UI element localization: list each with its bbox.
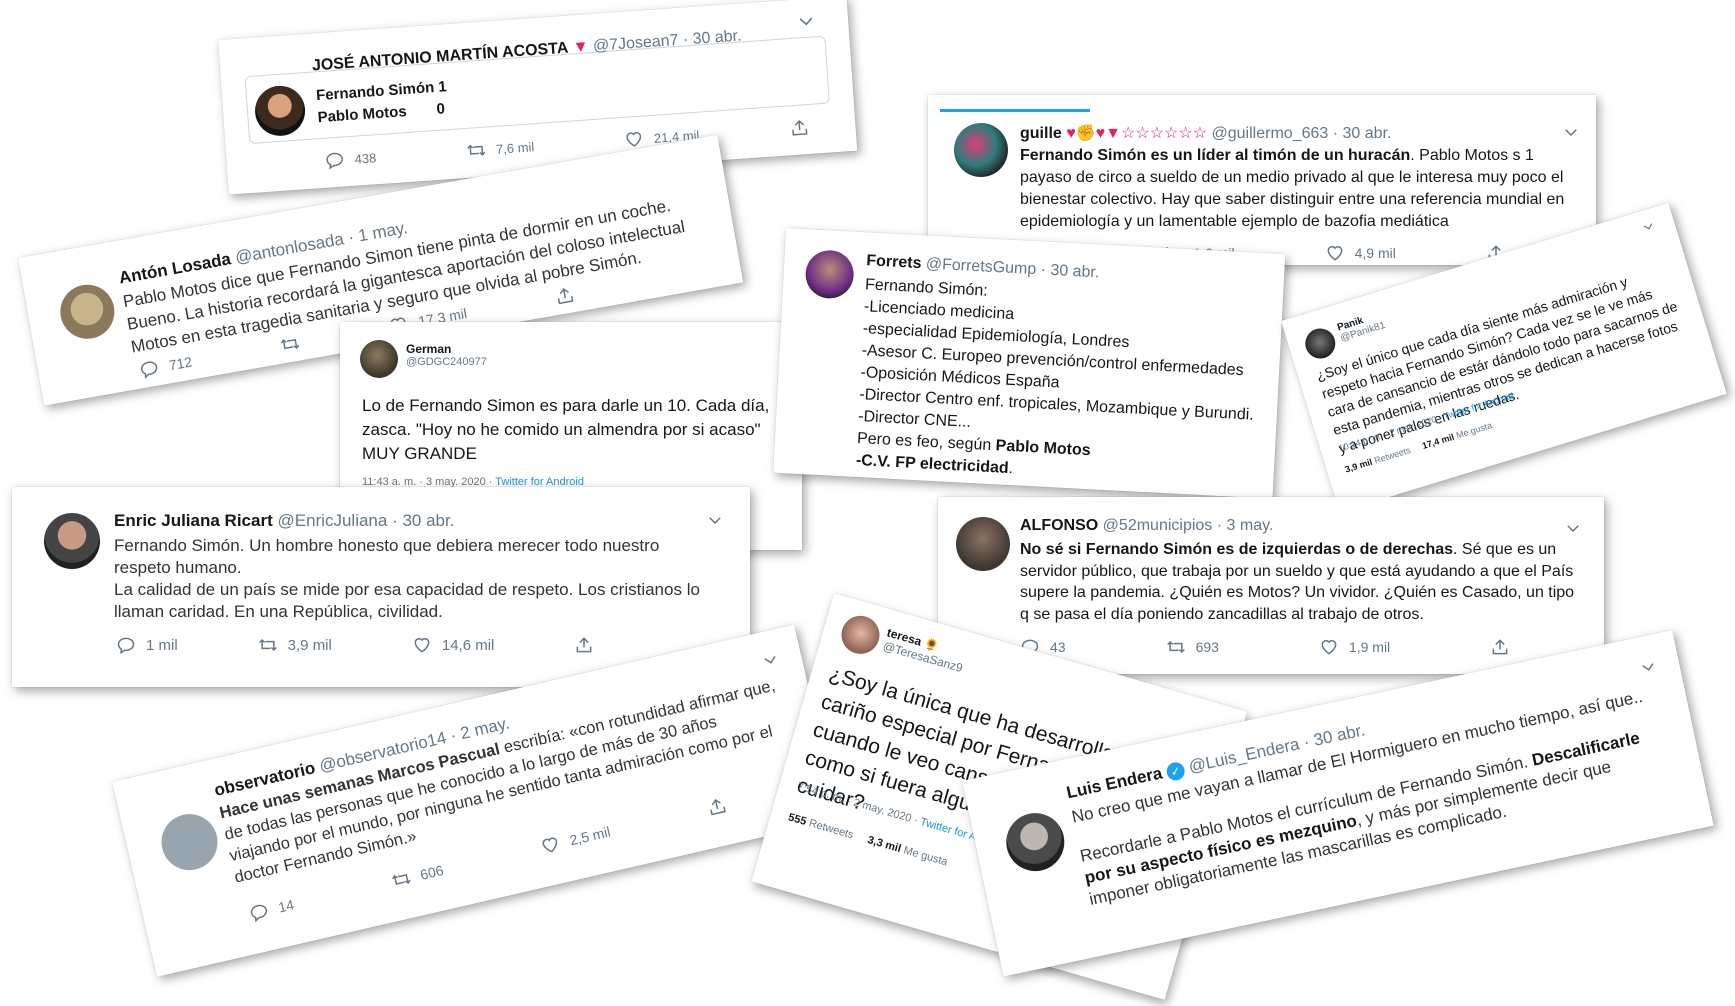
avatar[interactable] <box>956 517 1010 571</box>
retweet-icon <box>389 868 413 892</box>
author-name[interactable]: Enric Juliana Ricart <box>114 511 273 530</box>
avatar[interactable] <box>360 340 398 378</box>
tweet-text: Lo de Fernando Simon es para darle un 10… <box>362 396 770 463</box>
tweet-card-forrets[interactable]: Forrets @ForretsGump · 30 abr. Fernando … <box>773 228 1286 499</box>
tweet-text: No sé si Fernando Simón es de izquierdas… <box>1020 541 1575 623</box>
tweet-date[interactable]: · 30 abr. <box>682 27 742 48</box>
share-button[interactable] <box>574 635 594 655</box>
share-icon <box>554 284 577 307</box>
author-name[interactable]: Forrets <box>866 252 922 272</box>
reply-icon <box>116 635 136 655</box>
tweet-text: ¿Soy el único que cada día siente más ad… <box>1314 273 1680 457</box>
verified-badge-icon: ✓ <box>1164 760 1187 782</box>
retweet-icon <box>1166 637 1186 657</box>
tweet-date[interactable]: · 30 abr. <box>1333 125 1392 142</box>
author-handle[interactable]: @guillermo_663 <box>1212 125 1329 142</box>
chevron-down-icon[interactable] <box>760 649 782 671</box>
avatar[interactable] <box>155 808 224 876</box>
reply-icon <box>138 357 161 380</box>
reply-button[interactable]: 14 <box>247 895 296 925</box>
retweet-button[interactable]: 693 <box>1166 637 1219 657</box>
avatar[interactable] <box>954 123 1008 177</box>
author-name[interactable]: German <box>406 342 487 356</box>
author-name[interactable]: guille <box>1020 125 1062 142</box>
retweet-button[interactable]: 606 <box>389 860 445 891</box>
heart-icon <box>623 129 644 150</box>
share-button[interactable] <box>705 794 729 818</box>
emoji-badges: ♥✊♥▼☆☆☆☆☆☆ <box>1066 125 1208 142</box>
retweet-button[interactable]: 3,9 mil <box>258 635 332 655</box>
tweet-card-guille[interactable]: guille ♥✊♥▼☆☆☆☆☆☆ @guillermo_663 · 30 ab… <box>928 95 1596 265</box>
chevron-down-icon[interactable] <box>1638 656 1659 677</box>
tweet-date[interactable]: · 30 abr. <box>392 511 454 530</box>
chevron-down-icon[interactable] <box>706 511 724 529</box>
tweet-date[interactable]: · 30 abr. <box>1040 261 1100 281</box>
avatar[interactable] <box>836 611 884 659</box>
chevron-down-icon[interactable] <box>1564 519 1582 537</box>
like-button[interactable]: 14,6 mil <box>412 635 494 655</box>
retweet-icon <box>465 140 486 161</box>
avatar[interactable] <box>1000 807 1070 877</box>
avatar[interactable] <box>804 249 855 300</box>
tweet-date[interactable]: · 3 may. <box>1217 517 1274 534</box>
tweet-text: Fernando Simón: -Licenciado medicina -es… <box>855 276 1255 478</box>
author-handle[interactable]: @ForretsGump <box>925 255 1036 278</box>
like-button[interactable]: 1,9 mil <box>1319 637 1390 657</box>
chevron-down-icon[interactable] <box>795 10 816 31</box>
chevron-down-icon[interactable] <box>1562 123 1580 141</box>
retweet-icon <box>279 332 302 355</box>
share-icon <box>574 635 594 655</box>
tweet-text: Fernando Simón es un líder al timón de u… <box>1020 147 1565 230</box>
share-icon <box>788 117 809 138</box>
share-button[interactable] <box>1490 637 1510 657</box>
author-handle[interactable]: @GDGC240977 <box>406 356 487 368</box>
heart-icon <box>1325 243 1345 263</box>
share-button[interactable] <box>554 284 577 307</box>
avatar[interactable] <box>56 280 119 344</box>
share-icon <box>1490 637 1510 657</box>
reply-button[interactable]: 1 mil <box>116 635 178 655</box>
author-handle[interactable]: @EnricJuliana <box>277 511 387 530</box>
avatar[interactable] <box>44 513 100 569</box>
heart-icon <box>538 833 562 857</box>
tweet-text: Fernando Simón. Un hombre honesto que de… <box>114 536 700 621</box>
tweet-card-enric[interactable]: Enric Juliana Ricart @EnricJuliana · 30 … <box>12 487 750 687</box>
reply-icon <box>324 149 345 170</box>
retweet-button[interactable] <box>279 332 302 355</box>
share-icon <box>705 794 729 818</box>
tweet-card-alfonso[interactable]: ALFONSO @52municipios · 3 may. No sé si … <box>938 497 1604 674</box>
heart-icon <box>1319 637 1339 657</box>
retweet-button[interactable]: 7,6 mil <box>465 136 535 161</box>
chevron-down-icon[interactable] <box>1640 218 1657 235</box>
reply-button[interactable]: 438 <box>324 147 377 171</box>
heart-icon <box>412 635 432 655</box>
badge-icon: ▼ <box>572 38 590 57</box>
author-handle[interactable]: @52municipios <box>1103 517 1213 534</box>
reply-icon <box>247 900 271 924</box>
author-name[interactable]: ALFONSO <box>1020 517 1098 534</box>
share-button[interactable] <box>788 117 809 138</box>
retweet-icon <box>258 635 278 655</box>
like-button[interactable]: 4,9 mil <box>1325 243 1396 263</box>
like-button[interactable]: 2,5 mil <box>538 821 612 857</box>
avatar[interactable] <box>1301 324 1340 363</box>
